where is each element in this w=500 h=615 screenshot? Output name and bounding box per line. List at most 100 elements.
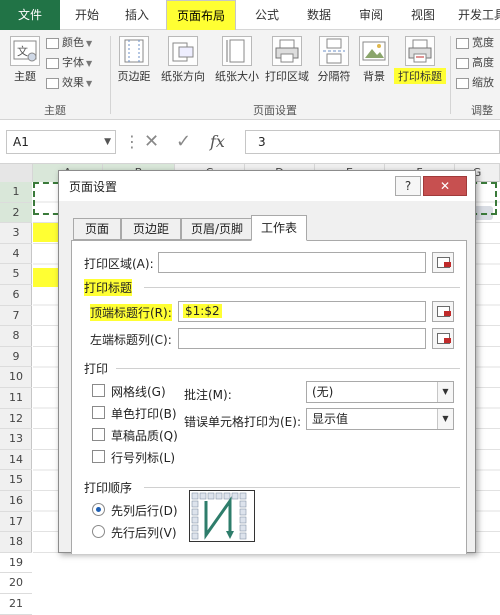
top-rows-input[interactable]: $1:$2 — [178, 301, 426, 322]
row-header[interactable]: 8 — [0, 326, 32, 347]
fonts-button[interactable]: 字体 ▼ — [46, 54, 92, 72]
row-header[interactable]: 21 — [0, 594, 32, 615]
tab-page-layout[interactable]: 页面布局 — [166, 0, 236, 30]
row-header[interactable]: 17 — [0, 512, 32, 533]
row-header[interactable]: 13 — [0, 429, 32, 450]
collapse-dialog-icon — [437, 306, 451, 317]
tab-file[interactable]: 文件 — [0, 0, 60, 30]
tab-header-footer[interactable]: 页眉/页脚 — [181, 218, 253, 240]
chevron-down-icon[interactable]: ▼ — [437, 382, 453, 402]
scale-control[interactable]: 缩放 — [456, 74, 494, 92]
formula-bar: A1 ▼ ⋮ ✕ ✓ fx 3 — [0, 120, 500, 164]
tab-margins[interactable]: 页边距 — [121, 218, 181, 240]
comments-select[interactable]: (无) ▼ — [306, 381, 454, 403]
errors-label: 错误单元格打印为(E): — [184, 415, 301, 429]
colors-icon — [46, 37, 59, 49]
tab-view[interactable]: 视图 — [400, 0, 446, 30]
insert-function-icon[interactable]: fx — [210, 130, 225, 154]
over-then-down-radio[interactable] — [92, 525, 105, 538]
draft-quality-checkbox[interactable] — [92, 428, 105, 441]
row-header[interactable]: 11 — [0, 388, 32, 409]
printer-icon — [272, 36, 302, 66]
print-area-input[interactable] — [158, 252, 426, 273]
effects-label: 效果 — [62, 76, 84, 89]
row-header[interactable]: 14 — [0, 450, 32, 471]
top-rows-label: 顶端标题行(R): — [90, 304, 172, 321]
width-control[interactable]: 宽度 — [456, 34, 494, 52]
name-box[interactable]: A1 ▼ — [6, 130, 116, 154]
left-cols-collapse-button[interactable] — [432, 328, 454, 349]
image-icon — [359, 36, 389, 66]
row-header[interactable]: 9 — [0, 347, 32, 368]
row-header[interactable]: 12 — [0, 409, 32, 430]
group-label-scale: 调整 — [471, 104, 493, 117]
effects-icon — [46, 77, 59, 89]
row-col-headings-checkbox[interactable] — [92, 450, 105, 463]
dialog-title: 页面设置 — [69, 180, 118, 194]
chevron-down-icon[interactable]: ▼ — [104, 131, 111, 153]
row-header[interactable]: 7 — [0, 306, 32, 327]
tab-home[interactable]: 开始 — [64, 0, 110, 30]
orientation-label: 纸张方向 — [161, 70, 205, 83]
height-control[interactable]: 高度 — [456, 54, 494, 72]
fonts-label: 字体 — [62, 56, 84, 69]
margins-button[interactable]: 页边距 — [114, 36, 154, 84]
tab-formulas[interactable]: 公式 — [244, 0, 290, 30]
row-header[interactable]: 20 — [0, 573, 32, 594]
row-header[interactable]: 6 — [0, 285, 32, 306]
effects-button[interactable]: 效果 ▼ — [46, 74, 92, 92]
gridlines-checkbox[interactable] — [92, 384, 105, 397]
collapse-dialog-icon — [437, 333, 451, 344]
tab-data[interactable]: 数据 — [296, 0, 342, 30]
select-all-corner[interactable] — [0, 164, 33, 182]
height-label: 高度 — [472, 56, 494, 69]
black-white-checkbox[interactable] — [92, 406, 105, 419]
tab-developer[interactable]: 开发工具 — [452, 0, 500, 30]
help-button[interactable]: ? — [395, 176, 421, 196]
scale-label: 缩放 — [472, 76, 494, 89]
more-icon: ⋮ — [124, 132, 140, 151]
orientation-button[interactable]: 纸张方向 — [158, 36, 208, 84]
size-button[interactable]: 纸张大小 — [212, 36, 262, 84]
close-button[interactable]: ✕ — [423, 176, 467, 196]
height-icon — [456, 57, 469, 69]
errors-select[interactable]: 显示值 ▼ — [306, 408, 454, 430]
left-cols-label: 左端标题列(C): — [90, 333, 172, 347]
group-divider — [110, 36, 111, 114]
colors-button[interactable]: 颜色 ▼ — [46, 34, 92, 52]
formula-input[interactable]: 3 — [245, 130, 500, 154]
themes-label: 主题 — [14, 70, 36, 83]
print-heading: 打印 — [84, 362, 109, 376]
row-header[interactable]: 3 — [0, 223, 32, 244]
chevron-down-icon[interactable]: ▼ — [437, 409, 453, 429]
tab-page[interactable]: 页面 — [73, 218, 121, 240]
top-rows-collapse-button[interactable] — [432, 301, 454, 322]
tab-sheet[interactable]: 工作表 — [251, 215, 307, 241]
check-icon[interactable]: ✓ — [176, 130, 191, 154]
print-area-button[interactable]: 打印区域 — [262, 36, 312, 84]
row-header[interactable]: 4 — [0, 244, 32, 265]
print-area-collapse-button[interactable] — [432, 252, 454, 273]
row-header[interactable]: 18 — [0, 532, 32, 553]
themes-button[interactable]: 文 主题 — [6, 36, 44, 84]
background-button[interactable]: 背景 — [356, 36, 392, 84]
section-divider — [144, 487, 460, 488]
down-then-over-radio[interactable] — [92, 503, 105, 516]
row-header[interactable]: 16 — [0, 491, 32, 512]
row-header[interactable]: 15 — [0, 470, 32, 491]
breaks-label: 分隔符 — [317, 70, 351, 83]
row-header[interactable]: 10 — [0, 367, 32, 388]
cancel-icon[interactable]: ✕ — [144, 130, 159, 154]
print-titles-button[interactable]: 打印标题 — [394, 36, 446, 84]
dialog-title-bar[interactable]: 页面设置 ? ✕ — [59, 171, 475, 201]
tab-review[interactable]: 审阅 — [348, 0, 394, 30]
size-icon — [222, 36, 252, 66]
left-cols-input[interactable] — [178, 328, 426, 349]
breaks-button[interactable]: 分隔符 — [314, 36, 354, 84]
row-header[interactable]: 19 — [0, 553, 32, 574]
row-header[interactable]: 1 — [0, 182, 32, 203]
gridlines-label: 网格线(G) — [111, 385, 166, 399]
row-header[interactable]: 5 — [0, 264, 32, 285]
tab-insert[interactable]: 插入 — [114, 0, 160, 30]
row-header[interactable]: 2 — [0, 202, 32, 224]
